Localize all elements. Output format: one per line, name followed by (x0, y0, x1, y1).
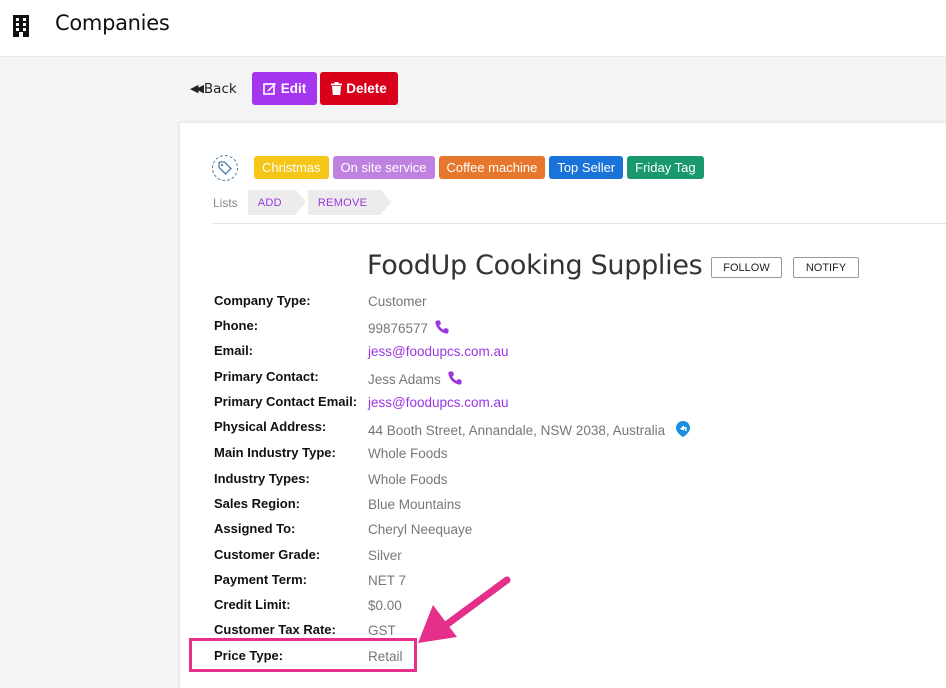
field-value-text: Whole Foods (368, 472, 448, 487)
phone-icon[interactable] (447, 370, 463, 389)
field-primary-contact-email: Primary Contact Email: jess@foodupcs.com.… (214, 394, 774, 414)
field-label: Industry Types: (214, 471, 310, 486)
field-value-sales-region: Blue Mountains (368, 497, 461, 512)
field-email: Email: jess@foodupcs.com.au (214, 343, 774, 363)
page-title: Companies (55, 11, 170, 35)
field-value-credit-limit: $0.00 (368, 598, 402, 613)
follow-button[interactable]: FOLLOW (711, 257, 782, 278)
trash-icon (331, 82, 343, 95)
field-value-primary-contact-email[interactable]: jess@foodupcs.com.au (368, 395, 509, 410)
company-card: Christmas On site service Coffee machine To… (180, 123, 946, 688)
field-industry-types: Industry Types: Whole Foods (214, 471, 774, 491)
field-customer-grade: Customer Grade: Silver (214, 547, 774, 567)
lists-row: Lists ADD REMOVE (213, 190, 393, 215)
divider (213, 223, 946, 224)
field-value-payment-term: NET 7 (368, 573, 406, 588)
edit-label: Edit (280, 81, 307, 96)
tag-on-site-service[interactable]: On site service (332, 156, 435, 179)
field-value-text: jess@foodupcs.com.au (368, 344, 509, 359)
lists-label: Lists (213, 195, 238, 210)
rewind-icon: ◀◀ (190, 82, 204, 95)
field-label: Credit Limit: (214, 597, 291, 612)
tag-friday-tag[interactable]: Friday Tag (627, 156, 704, 179)
field-value-customer-grade: Silver (368, 548, 402, 563)
field-physical-address: Physical Address: 44 Booth Street, Annand… (214, 419, 774, 439)
field-value-industry-types: Whole Foods (368, 472, 448, 487)
field-value-text: Blue Mountains (368, 497, 462, 512)
field-sales-region: Sales Region: Blue Mountains (214, 496, 774, 516)
field-label: Main Industry Type: (214, 445, 336, 460)
notify-button[interactable]: NOTIFY (793, 257, 859, 278)
field-value-text: GST (368, 623, 396, 638)
tag-glyph-icon (218, 161, 232, 175)
field-value-phone: 99876577 (368, 319, 450, 338)
back-label: Back (203, 80, 237, 97)
field-value-text: 44 Booth Street, Annandale, NSW 2038, Au… (368, 423, 666, 438)
field-value-assigned-to: Cheryl Neequaye (368, 522, 472, 537)
field-company-type: Company Type: Customer (214, 293, 774, 313)
field-label: Physical Address: (214, 419, 327, 434)
top-bar: Companies (0, 0, 946, 57)
phone-icon[interactable] (434, 319, 450, 338)
field-phone: Phone: 99876577 (214, 318, 774, 338)
lists-add-button[interactable]: ADD (247, 190, 306, 215)
field-value-text: Customer (368, 294, 427, 309)
tag-icon[interactable] (212, 155, 238, 181)
field-label: Company Type: (214, 293, 311, 308)
field-label: Primary Contact: (214, 369, 319, 384)
field-label: Email: (214, 343, 254, 358)
delete-button[interactable]: Delete (320, 72, 398, 105)
field-value-text: $0.00 (368, 598, 402, 613)
field-value-customer-tax-rate: GST (368, 623, 396, 638)
tag-christmas[interactable]: Christmas (254, 156, 329, 179)
building-icon (13, 15, 29, 37)
field-value-text: Silver (368, 548, 402, 563)
edit-icon (262, 83, 276, 95)
field-label: Assigned To: (214, 521, 296, 536)
field-value-main-industry-type: Whole Foods (368, 446, 448, 461)
action-toolbar: ◀◀ Back Edit Delete (190, 72, 398, 105)
field-value-text: jess@foodupcs.com.au (368, 395, 509, 410)
field-assigned-to: Assigned To: Cheryl Neequaye (214, 521, 774, 541)
back-button[interactable]: ◀◀ Back (190, 81, 237, 97)
field-label: Payment Term: (214, 572, 307, 587)
field-payment-term: Payment Term: NET 7 (214, 572, 774, 592)
field-label: Phone: (214, 318, 259, 333)
field-value-text: 99876577 (368, 321, 429, 336)
field-label: Customer Grade: (214, 547, 321, 562)
edit-button[interactable]: Edit (251, 72, 318, 105)
company-name: FoodUp Cooking Supplies (367, 250, 703, 281)
field-value-company-type: Customer (368, 294, 427, 309)
field-value-text: Jess Adams (368, 372, 441, 387)
field-value-primary-contact: Jess Adams (368, 370, 463, 389)
field-credit-limit: Credit Limit: $0.00 (214, 597, 774, 617)
tag-top-seller[interactable]: Top Seller (549, 156, 624, 179)
field-label: Customer Tax Rate: (214, 622, 336, 637)
field-label: Primary Contact Email: (214, 394, 358, 409)
tag-list: Christmas On site service Coffee machine To… (254, 156, 708, 179)
field-value-physical-address: 44 Booth Street, Annandale, NSW 2038, Au… (368, 420, 691, 441)
field-primary-contact: Primary Contact: Jess Adams (214, 369, 774, 389)
field-value-email[interactable]: jess@foodupcs.com.au (368, 344, 509, 359)
field-value-text: Whole Foods (368, 446, 448, 461)
field-value-text: NET 7 (368, 573, 407, 588)
field-label: Sales Region: (214, 496, 300, 511)
delete-label: Delete (346, 81, 387, 96)
field-value-text: Cheryl Neequaye (368, 522, 473, 537)
lists-remove-button[interactable]: REMOVE (307, 190, 392, 215)
map-directions-icon[interactable] (675, 420, 691, 441)
tag-coffee-machine[interactable]: Coffee machine (438, 156, 546, 179)
annotation-highlight-box (189, 638, 417, 672)
field-main-industry-type: Main Industry Type: Whole Foods (214, 445, 774, 465)
